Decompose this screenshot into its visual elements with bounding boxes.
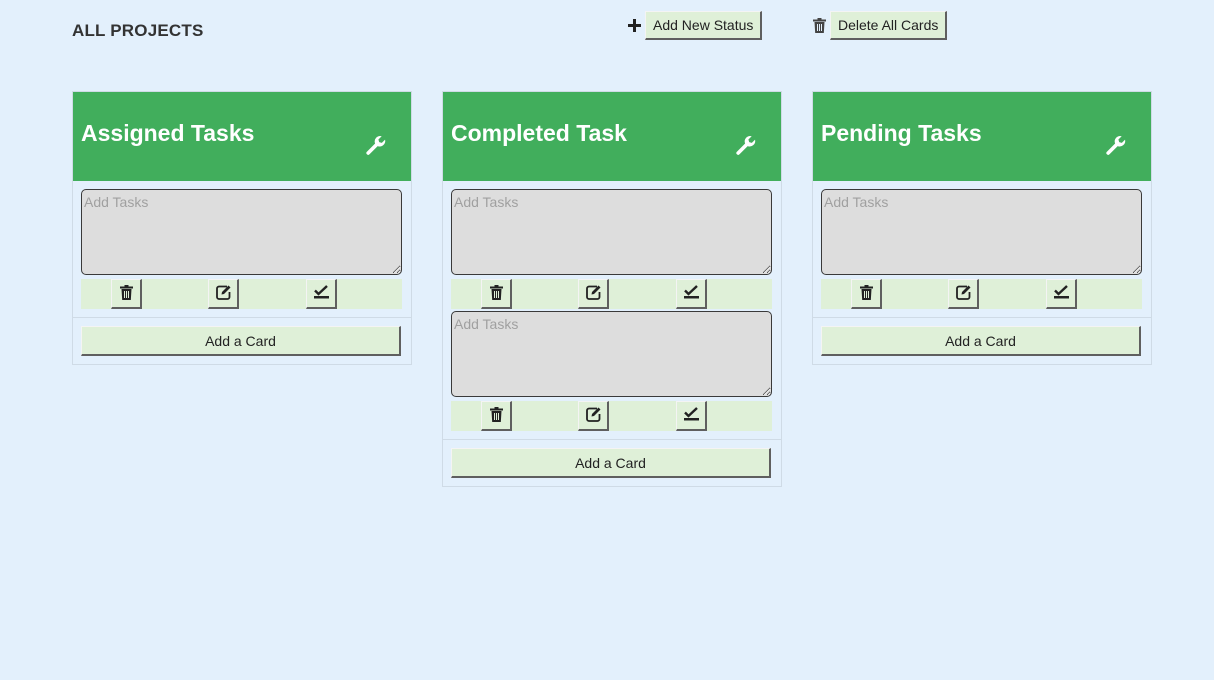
edit-card-button[interactable] xyxy=(578,279,609,309)
add-status-action: Add New Status xyxy=(626,11,763,40)
wrench-icon[interactable] xyxy=(363,134,387,158)
delete-card-button[interactable] xyxy=(851,279,882,309)
check-icon xyxy=(683,285,699,302)
wrench-icon[interactable] xyxy=(733,134,757,158)
task-card xyxy=(443,311,781,431)
delete-card-button[interactable] xyxy=(481,279,512,309)
task-input[interactable] xyxy=(821,189,1142,275)
card-toolbar xyxy=(451,279,772,309)
column-header: Assigned Tasks xyxy=(73,92,411,181)
add-card-area: Add a Card xyxy=(813,317,1151,364)
trash-icon[interactable] xyxy=(811,18,827,34)
column-title: Assigned Tasks xyxy=(81,120,255,146)
trash-icon xyxy=(119,284,133,303)
column-header: Completed Task xyxy=(443,92,781,181)
edit-card-button[interactable] xyxy=(208,279,239,309)
complete-card-button[interactable] xyxy=(676,401,707,431)
add-card-button[interactable]: Add a Card xyxy=(821,326,1141,356)
edit-icon xyxy=(585,285,601,303)
trash-icon xyxy=(489,406,503,425)
add-card-button[interactable]: Add a Card xyxy=(81,326,401,356)
plus-icon[interactable] xyxy=(626,18,642,34)
task-card xyxy=(813,181,1151,309)
delete-card-button[interactable] xyxy=(481,401,512,431)
delete-card-button[interactable] xyxy=(111,279,142,309)
status-column: Assigned Tasks Add a Card xyxy=(72,91,412,365)
edit-icon xyxy=(585,407,601,425)
card-toolbar xyxy=(451,401,772,431)
task-card xyxy=(443,181,781,309)
complete-card-button[interactable] xyxy=(676,279,707,309)
add-new-status-button[interactable]: Add New Status xyxy=(645,11,763,40)
add-card-area: Add a Card xyxy=(73,317,411,364)
add-card-button[interactable]: Add a Card xyxy=(451,448,771,478)
edit-icon xyxy=(955,285,971,303)
wrench-icon[interactable] xyxy=(1103,134,1127,158)
check-icon xyxy=(313,285,329,302)
complete-card-button[interactable] xyxy=(1046,279,1077,309)
delete-all-action: Delete All Cards xyxy=(811,11,948,40)
card-toolbar xyxy=(81,279,402,309)
delete-all-cards-button[interactable]: Delete All Cards xyxy=(830,11,948,40)
status-column: Completed Task Add Tasks Add Tasks Add a… xyxy=(442,91,782,487)
trash-icon xyxy=(859,284,873,303)
task-input[interactable] xyxy=(451,189,772,275)
column-title: Completed Task xyxy=(451,120,627,146)
task-input[interactable] xyxy=(451,311,772,397)
edit-icon xyxy=(215,285,231,303)
edit-card-button[interactable] xyxy=(948,279,979,309)
column-title: Pending Tasks xyxy=(821,120,982,146)
edit-card-button[interactable] xyxy=(578,401,609,431)
task-card xyxy=(73,181,411,309)
check-icon xyxy=(1053,285,1069,302)
card-toolbar xyxy=(821,279,1142,309)
status-column: Pending Tasks Add a Card xyxy=(812,91,1152,365)
page-title: ALL PROJECTS xyxy=(72,21,204,40)
column-header: Pending Tasks xyxy=(813,92,1151,181)
task-input[interactable] xyxy=(81,189,402,275)
add-card-area: Add a Card xyxy=(443,439,781,486)
check-icon xyxy=(683,407,699,424)
complete-card-button[interactable] xyxy=(306,279,337,309)
trash-icon xyxy=(489,284,503,303)
